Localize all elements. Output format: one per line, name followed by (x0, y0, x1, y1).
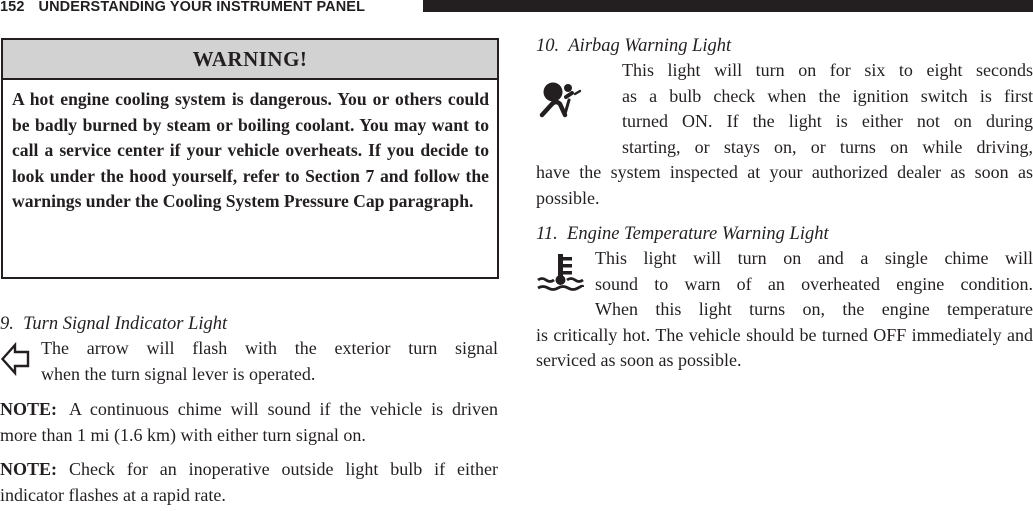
item-heading: 9. Turn Signal Indicator Light (0, 312, 498, 336)
item-line: as a bulb check when the ignition switch… (622, 85, 1033, 106)
item-line: The arrow will flash with the exterior t… (41, 338, 498, 358)
section-title: UNDERSTANDING YOUR INSTRUMENT PANEL (38, 0, 366, 15)
item-line: turned ON. If the light is either not on… (622, 111, 1033, 131)
item-airbag: 10. Airbag Warning Light This light will… (536, 34, 1033, 211)
item-line: This light will turn on and a single chi… (595, 248, 1033, 268)
note-2: NOTE: Check for an inoperative outside li… (0, 457, 498, 508)
note-label: NOTE: (0, 399, 58, 419)
warning-box: WARNING! A hot engine cooling system is … (1, 38, 499, 279)
item-heading: 11. Engine Temperature Warning Light (536, 222, 1033, 246)
item-heading: 10. Airbag Warning Light (536, 34, 1033, 58)
item-title: Engine Temperature Warning Light (567, 224, 829, 244)
item-line: when the turn signal lever is operated. (41, 363, 316, 384)
note-label: NOTE: (0, 459, 58, 479)
page-number: 152 (0, 0, 25, 15)
turn-signal-arrow-icon (1, 342, 30, 376)
item-line: starting, or stays on, or turns on while… (622, 136, 1033, 157)
warning-title: WARNING! (3, 40, 497, 80)
item-number: 10. (536, 36, 560, 56)
airbag-icon (539, 82, 582, 118)
note-text: Check for an inoperative outside light b… (0, 459, 498, 505)
item-engine-temperature: 11. Engine Temperature Warning Light Thi… (536, 222, 1033, 374)
running-head: 152 UNDERSTANDING YOUR INSTRUMENT PANEL (0, 0, 365, 14)
item-line: sound to warn of an overheated engine co… (595, 273, 1033, 294)
header-rule-bar (423, 0, 1033, 12)
item-line: This light will turn on for six to eight… (622, 60, 1033, 80)
note-1: NOTE: A continuous chime will sound if th… (0, 397, 498, 448)
item-turn-signal: 9. Turn Signal Indicator Light The arrow… (0, 312, 498, 387)
item-continuation: is critically hot. The vehicle should be… (536, 324, 1033, 371)
warning-body: A hot engine cooling system is dangerous… (12, 89, 489, 212)
note-text: A continuous chime will sound if the veh… (0, 399, 498, 445)
item-title: Turn Signal Indicator Light (23, 314, 228, 334)
item-number: 11. (536, 224, 558, 244)
item-number: 9. (0, 314, 14, 334)
engine-temperature-icon (537, 254, 584, 291)
item-title: Airbag Warning Light (568, 36, 732, 56)
item-continuation: have the system inspected at your author… (536, 162, 1033, 208)
item-line: When this light turns on, the engine tem… (595, 299, 1033, 319)
